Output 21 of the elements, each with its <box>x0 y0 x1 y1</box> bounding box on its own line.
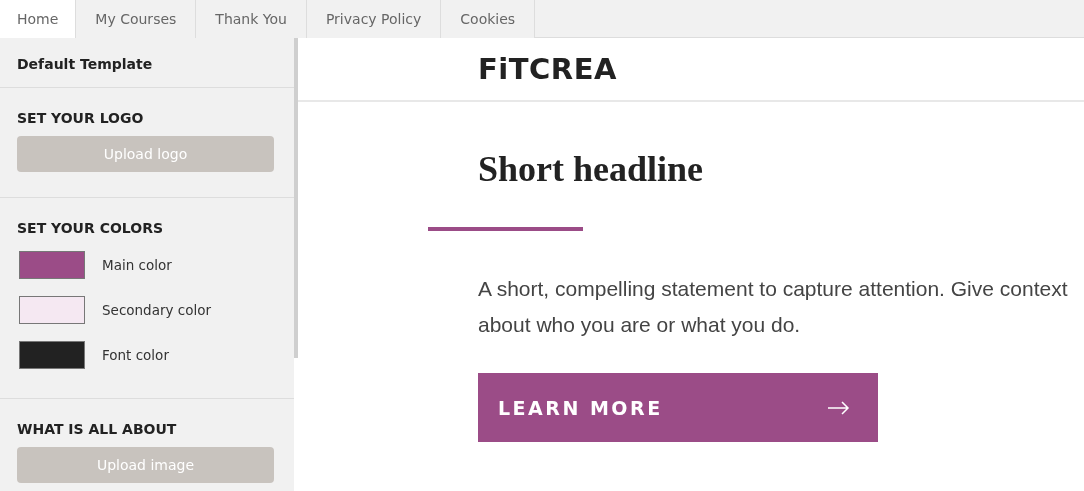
tab[interactable]: Privacy Policy <box>306 0 442 38</box>
arrow-right-icon <box>828 400 850 415</box>
scrollbar[interactable] <box>294 38 298 358</box>
color-swatch[interactable] <box>19 295 85 324</box>
section-heading: WHAT IS ALL ABOUT <box>17 421 178 437</box>
color-label: Main color <box>102 256 172 273</box>
logo: FiTCREA <box>478 52 617 86</box>
tab[interactable]: Home <box>0 0 77 38</box>
statement-text: A short, compelling statement to capture attention. Give context about who you are or what you do. <box>478 276 1069 338</box>
color-swatch[interactable] <box>19 250 85 279</box>
headline: Short headline <box>478 148 705 190</box>
learn-more-button[interactable]: LEARN MORE <box>478 373 878 442</box>
tab[interactable]: Thank You <box>196 0 307 38</box>
color-label: Secondary color <box>102 301 212 318</box>
template-title: Default Template <box>17 56 154 72</box>
section-heading: SET YOUR COLORS <box>17 220 164 236</box>
tab[interactable]: My Courses <box>76 0 197 38</box>
section-heading: SET YOUR LOGO <box>17 110 145 126</box>
tab[interactable]: Cookies <box>441 0 536 38</box>
color-label: Font color <box>102 346 169 363</box>
color-swatch[interactable] <box>19 340 85 369</box>
